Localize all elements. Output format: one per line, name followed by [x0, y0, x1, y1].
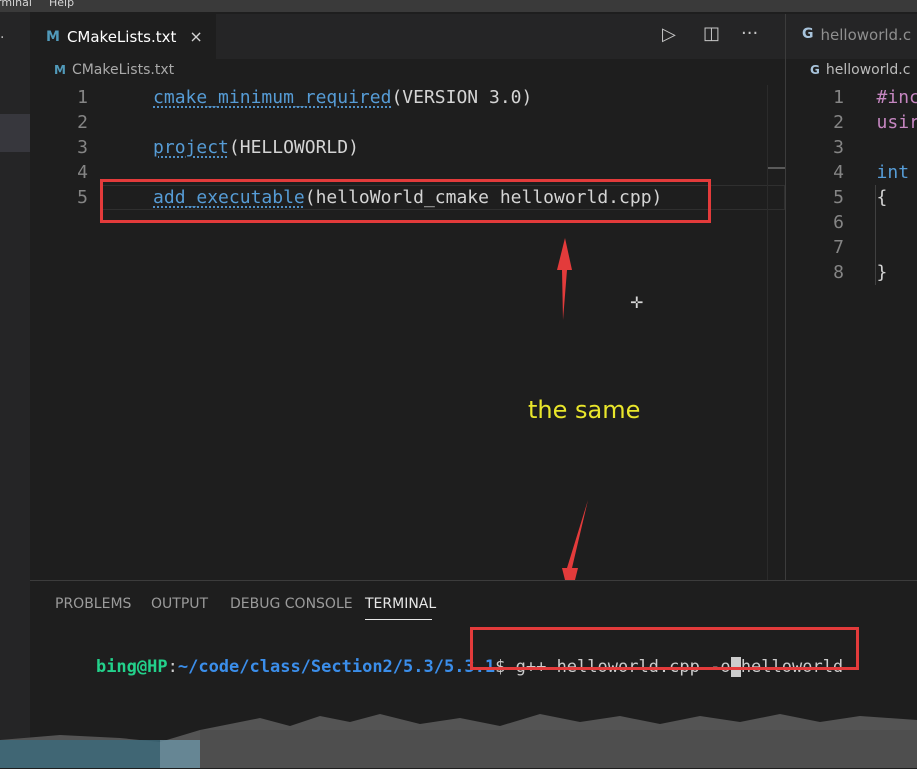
more-icon[interactable]: · [0, 30, 4, 46]
close-icon[interactable]: × [189, 27, 202, 46]
code-line: 4 int [833, 162, 917, 183]
code-line: 5 { [833, 187, 888, 208]
code-line: 7 [833, 237, 844, 258]
scrollbar-track[interactable] [767, 85, 768, 580]
crosshair-cursor-icon: ✛ [630, 293, 644, 312]
cmake-file-icon: M [46, 28, 60, 45]
annotation-box-command [470, 627, 859, 670]
tab-cmakelists[interactable]: M CMakeLists.txt × [30, 14, 216, 59]
cpp-file-icon: G [802, 26, 814, 42]
terminal-user-host: bing@HP [95, 657, 168, 677]
annotation-box-cmake [100, 179, 711, 223]
breadcrumb-label: helloworld.c [825, 62, 911, 78]
code-line: 8 } [833, 262, 888, 283]
run-icon[interactable]: ▷ [662, 24, 676, 45]
tab-terminal[interactable]: TERMINAL [365, 596, 436, 612]
scrollbar-thumb[interactable] [768, 167, 785, 169]
more-actions-icon[interactable]: ··· [741, 23, 758, 44]
tab-label: helloworld.c [820, 26, 912, 44]
indent-guide [875, 185, 876, 285]
tab-problems[interactable]: PROBLEMS [55, 596, 131, 612]
active-tab-indicator [365, 619, 432, 620]
code-line: 4 [77, 162, 88, 183]
menubar: rminal Help [0, 0, 917, 12]
tab-helloworld[interactable]: G helloworld.c [802, 26, 911, 44]
code-editor-right[interactable]: 1 #inc 2 usir 3 4 int 5 { 6 7 8 } [786, 85, 917, 580]
tab-label: CMakeLists.txt [66, 27, 177, 46]
tab-debug-console[interactable]: DEBUG CONSOLE [230, 596, 353, 612]
breadcrumb-right[interactable]: G helloworld.c [810, 62, 910, 78]
sidebar-selected-item[interactable] [0, 114, 30, 152]
cmake-file-icon: M [54, 63, 66, 77]
breadcrumb-label: CMakeLists.txt [71, 62, 175, 78]
terminal-sep: : [167, 657, 178, 677]
code-line: 3 project(HELLOWORLD) [77, 137, 359, 158]
menu-terminal[interactable]: rminal [0, 0, 32, 9]
arrow-up-icon [557, 238, 572, 320]
split-editor-icon[interactable]: ◫ [703, 23, 720, 44]
menu-help[interactable]: Help [49, 0, 74, 9]
breadcrumb[interactable]: M CMakeLists.txt [54, 62, 174, 78]
code-line: 2 [77, 112, 88, 133]
annotation-text: the same [528, 396, 641, 424]
code-line: 1 cmake_minimum_required(VERSION 3.0) [77, 87, 533, 108]
code-line: 3 [833, 137, 844, 158]
sidebar-fragment: · [0, 12, 30, 768]
terminal-path: ~/code/class/Section2/5.3/5.3.1 [177, 657, 496, 677]
code-line: 1 #inc [833, 87, 917, 108]
tab-output[interactable]: OUTPUT [151, 596, 208, 612]
cpp-file-icon: G [810, 63, 820, 77]
video-overlay-fragment [0, 714, 917, 768]
code-line: 2 usir [833, 112, 917, 133]
code-line: 6 [833, 212, 844, 233]
code-editor-left[interactable]: 1 cmake_minimum_required(VERSION 3.0) 2 … [30, 85, 785, 580]
